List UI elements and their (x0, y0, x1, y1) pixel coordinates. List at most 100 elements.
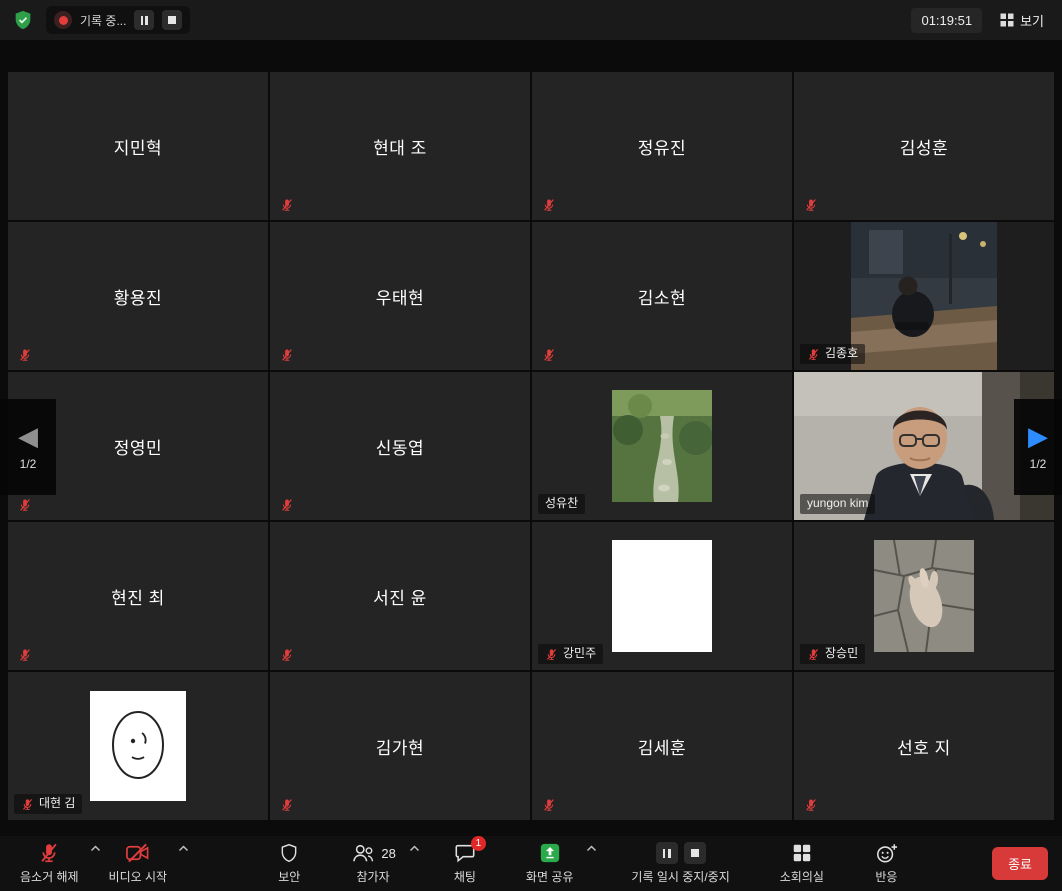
view-label: 보기 (1020, 11, 1044, 30)
participant-tile[interactable]: 김세훈 (532, 672, 792, 820)
share-screen-icon (539, 842, 561, 864)
reactions-button[interactable]: 반응 (862, 836, 911, 891)
participant-tile[interactable]: 신동엽 (270, 372, 530, 520)
participant-name: 선호 지 (794, 672, 1054, 820)
chevron-right-icon: ▶ (1028, 423, 1048, 449)
participant-name: 현대 조 (270, 72, 530, 220)
share-screen-button[interactable]: 화면 공유 (514, 836, 594, 891)
participant-tile[interactable]: 대현 김 (8, 672, 268, 820)
participants-options-caret[interactable] (409, 845, 420, 852)
muted-mic-icon (18, 498, 32, 512)
meeting-timer: 01:19:51 (911, 8, 982, 33)
participant-tile[interactable]: 김소현 (532, 222, 792, 370)
toolbar: 음소거 해제 비디오 시작 보안 28 참가자 (0, 836, 1062, 891)
participant-tile[interactable]: 김성훈 (794, 72, 1054, 220)
chat-button[interactable]: 1 채팅 (442, 836, 488, 891)
participant-tile[interactable]: 강민주 (532, 522, 792, 670)
chevron-left-icon: ◀ (18, 423, 38, 449)
participant-tile[interactable]: 정유진 (532, 72, 792, 220)
share-options-caret[interactable] (586, 845, 597, 852)
breakout-rooms-button[interactable]: 소회의실 (768, 836, 836, 891)
recording-label: 기록 중... (80, 12, 126, 29)
muted-mic-icon (280, 198, 294, 212)
participant-name: 김소현 (532, 222, 792, 370)
participant-name: 정유진 (532, 72, 792, 220)
muted-mic-icon (18, 648, 32, 662)
participant-name: 신동엽 (270, 372, 530, 520)
start-video-button[interactable]: 비디오 시작 (97, 836, 186, 891)
participant-name: 김성훈 (794, 72, 1054, 220)
record-control-label: 기록 일시 중지/중지 (631, 868, 729, 885)
grid-view-icon (1000, 13, 1014, 27)
muted-mic-icon (804, 198, 818, 212)
breakout-rooms-icon (791, 842, 813, 864)
participants-label: 참가자 (357, 868, 390, 885)
toolbar-center-group: 보안 28 참가자 1 채팅 화면 (185, 836, 992, 891)
pause-icon[interactable] (656, 842, 678, 864)
participant-tile[interactable]: 성유찬 (532, 372, 792, 520)
reactions-label: 반응 (875, 868, 897, 885)
security-label: 보안 (278, 868, 300, 885)
participants-button[interactable]: 28 참가자 (338, 836, 415, 891)
mic-off-icon (38, 842, 60, 864)
participant-tile[interactable]: 김가현 (270, 672, 530, 820)
share-screen-label: 화면 공유 (526, 868, 574, 885)
participant-name-badge: 성유찬 (538, 494, 585, 514)
participant-name-badge: 대현 김 (14, 794, 82, 814)
muted-mic-icon (542, 348, 556, 362)
page-indicator-right: 1/2 (1030, 457, 1047, 471)
participant-name: 대현 김 (39, 796, 75, 812)
page-indicator-left: 1/2 (20, 457, 37, 471)
participant-name: yungon kim (807, 496, 868, 512)
view-button[interactable]: 보기 (994, 7, 1050, 34)
security-shield-icon[interactable] (12, 9, 34, 31)
muted-mic-icon (807, 648, 820, 661)
muted-mic-icon (280, 798, 294, 812)
participant-name: 우태현 (270, 222, 530, 370)
pause-recording-icon[interactable] (134, 10, 154, 30)
video-off-icon (125, 842, 150, 864)
end-button[interactable]: 종료 (992, 847, 1048, 880)
stop-recording-icon[interactable] (162, 10, 182, 30)
participant-name: 김가현 (270, 672, 530, 820)
participant-tile[interactable]: 김종호 (794, 222, 1054, 370)
chat-unread-badge: 1 (471, 836, 486, 851)
smiley-plus-icon (874, 842, 899, 864)
muted-mic-icon (542, 198, 556, 212)
participant-tile[interactable]: 장승민 (794, 522, 1054, 670)
start-video-label: 비디오 시작 (109, 868, 168, 885)
unmute-button[interactable]: 음소거 해제 (8, 836, 97, 891)
stop-icon[interactable] (684, 842, 706, 864)
gallery-grid: 지민혁현대 조정유진김성훈황용진우태현김소현김종호정영민신동엽성유찬yungon… (8, 72, 1054, 820)
security-button[interactable]: 보안 (266, 836, 312, 891)
muted-mic-icon (804, 798, 818, 812)
participant-name: 현진 최 (8, 522, 268, 670)
muted-mic-icon (280, 648, 294, 662)
participant-name: 김종호 (825, 346, 858, 362)
participant-tile[interactable]: 서진 윤 (270, 522, 530, 670)
participant-tile[interactable]: 지민혁 (8, 72, 268, 220)
participant-tile[interactable]: 현대 조 (270, 72, 530, 220)
participant-name: 황용진 (8, 222, 268, 370)
participant-name-badge: 강민주 (538, 644, 603, 664)
muted-mic-icon (280, 498, 294, 512)
gallery-next-button[interactable]: ▶ 1/2 (1014, 399, 1062, 495)
participant-tile[interactable]: 황용진 (8, 222, 268, 370)
toolbar-left-group: 음소거 해제 비디오 시작 (8, 836, 185, 891)
participant-tile[interactable]: 선호 지 (794, 672, 1054, 820)
participant-tile[interactable]: 현진 최 (8, 522, 268, 670)
recording-dot-icon (54, 11, 72, 29)
recording-indicator: 기록 중... (46, 6, 190, 34)
shield-icon (279, 842, 299, 864)
gallery-prev-button[interactable]: ◀ 1/2 (0, 399, 56, 495)
participant-name: 서진 윤 (270, 522, 530, 670)
muted-mic-icon (280, 348, 294, 362)
participants-count: 28 (381, 846, 395, 861)
muted-mic-icon (21, 798, 34, 811)
video-options-caret[interactable] (178, 845, 189, 852)
record-pause-stop-button[interactable]: 기록 일시 중지/중지 (619, 836, 741, 891)
toolbar-right-group: 종료 (992, 836, 1054, 891)
participant-tile[interactable]: 우태현 (270, 222, 530, 370)
muted-mic-icon (807, 348, 820, 361)
unmute-label: 음소거 해제 (20, 868, 79, 885)
